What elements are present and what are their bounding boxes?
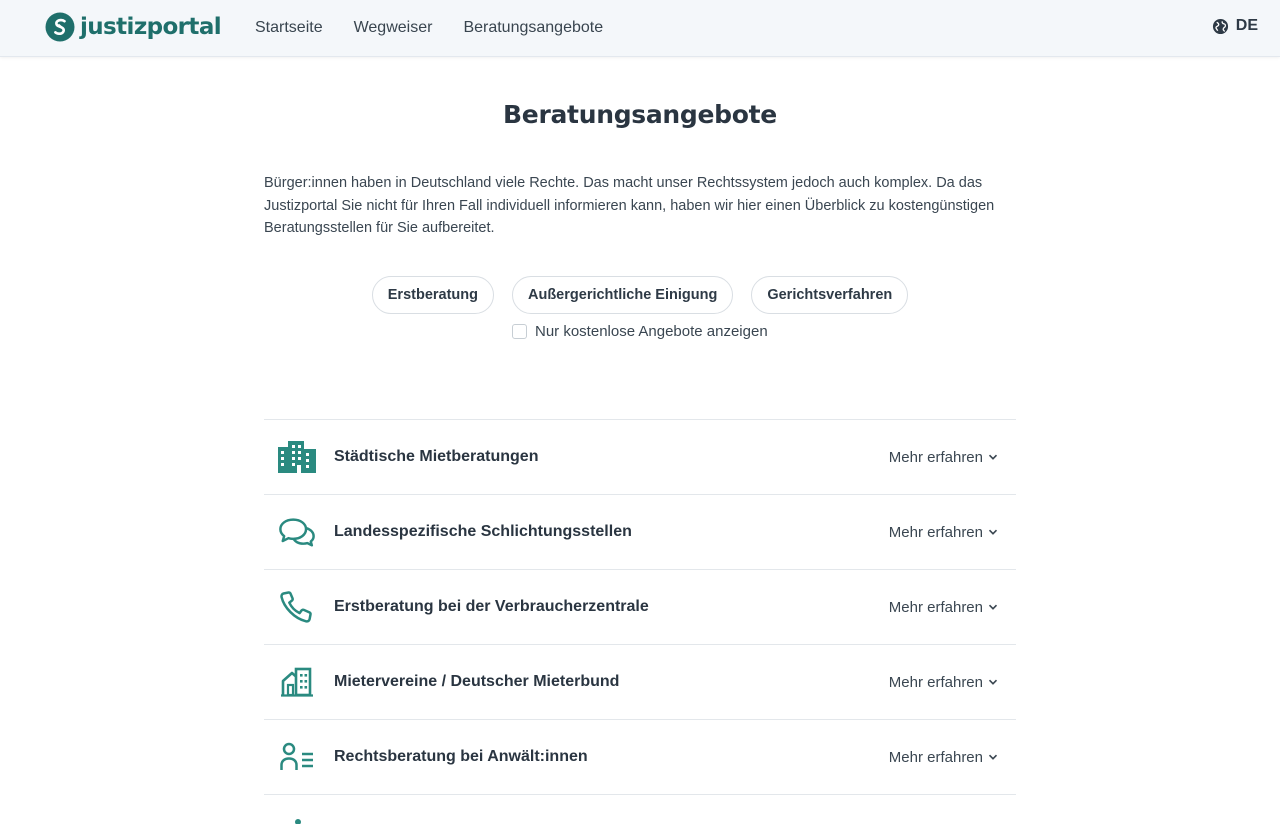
chevron-down-icon	[988, 604, 998, 610]
person-list-icon	[278, 739, 316, 775]
list-item[interactable]: Mietervereine / Deutscher Mieterbund Meh…	[264, 645, 1016, 720]
more-info-label: Mehr erfahren	[888, 523, 983, 541]
offer-title: Erstberatung bei der Verbraucherzentrale	[334, 598, 649, 615]
more-info-toggle[interactable]: Mehr erfahren	[889, 449, 998, 466]
list-item[interactable]: Landesspezifische Schlichtungsstellen Me…	[264, 495, 1016, 570]
more-info-toggle[interactable]: Mehr erfahren	[889, 599, 998, 616]
building-icon	[278, 664, 316, 700]
chevron-down-icon	[988, 754, 998, 760]
chevron-down-icon	[988, 679, 998, 685]
free-only-toggle[interactable]: Nur kostenlose Angebote anzeigen	[512, 323, 768, 340]
phone-icon	[278, 589, 316, 625]
nav-beratungsangebote[interactable]: Beratungsangebote	[463, 19, 603, 37]
offers-list: Städtische Mietberatungen Mehr erfahren …	[264, 419, 1016, 795]
free-only-checkbox[interactable]	[512, 324, 527, 339]
more-info-label: Mehr erfahren	[888, 748, 983, 766]
language-switcher[interactable]: DE	[1212, 17, 1258, 35]
offer-title: Städtische Mietberatungen	[334, 448, 539, 465]
offer-title: Landesspezifische Schlichtungsstellen	[334, 523, 632, 540]
list-item[interactable]: Erstberatung bei der Verbraucherzentrale…	[264, 570, 1016, 645]
offer-title: Mietervereine / Deutscher Mieterbund	[334, 673, 620, 690]
logo-icon	[45, 12, 75, 42]
logo-text: justizportal	[80, 14, 222, 40]
globe-icon	[1212, 18, 1228, 34]
more-info-label: Mehr erfahren	[888, 448, 983, 466]
logo-link[interactable]: justizportal	[45, 11, 222, 43]
language-label: DE	[1235, 17, 1258, 34]
main-nav: Startseite Wegweiser Beratungsangebote	[255, 0, 634, 56]
free-only-label: Nur kostenlose Angebote anzeigen	[535, 323, 768, 340]
offer-title: Rechtsberatung bei Anwält:innen	[334, 748, 588, 765]
nav-wegweiser[interactable]: Wegweiser	[354, 19, 433, 37]
filter-chips: Erstberatung Außergerichtliche Einigung …	[0, 276, 1280, 314]
list-item[interactable]: Städtische Mietberatungen Mehr erfahren	[264, 420, 1016, 495]
more-info-toggle[interactable]: Mehr erfahren	[889, 674, 998, 691]
more-info-label: Mehr erfahren	[888, 673, 983, 691]
site-header: justizportal Startseite Wegweiser Beratu…	[0, 0, 1280, 57]
more-info-toggle[interactable]: Mehr erfahren	[889, 524, 998, 541]
city-buildings-icon	[278, 439, 316, 475]
next-item-icon	[295, 819, 301, 824]
more-info-toggle[interactable]: Mehr erfahren	[889, 749, 998, 766]
filter-aussergerichtliche-einigung[interactable]: Außergerichtliche Einigung	[512, 276, 734, 314]
list-item[interactable]: Rechtsberatung bei Anwält:innen Mehr erf…	[264, 720, 1016, 795]
page-title: Beratungsangebote	[503, 100, 777, 129]
more-info-label: Mehr erfahren	[888, 598, 983, 616]
filter-gerichtsverfahren[interactable]: Gerichtsverfahren	[751, 276, 909, 314]
intro-text: Bürger:innen haben in Deutschland viele …	[264, 175, 995, 236]
chat-bubbles-icon	[278, 514, 316, 550]
nav-startseite[interactable]: Startseite	[255, 19, 323, 37]
chevron-down-icon	[988, 454, 998, 460]
filter-erstberatung[interactable]: Erstberatung	[371, 276, 494, 314]
chevron-down-icon	[988, 529, 998, 535]
